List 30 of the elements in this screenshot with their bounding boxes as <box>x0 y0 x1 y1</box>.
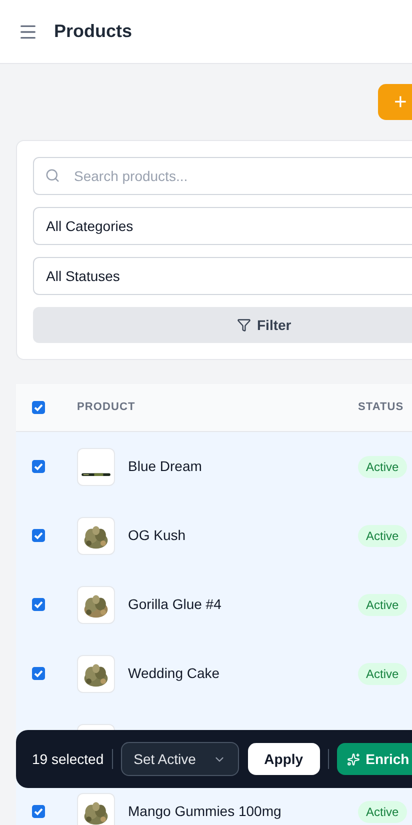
checkbox[interactable] <box>32 460 45 473</box>
action-select[interactable]: Set Active <box>120 742 239 776</box>
product-name: Wedding Cake <box>128 664 220 683</box>
search-icon <box>45 168 60 183</box>
status-badge: Active <box>358 456 407 478</box>
column-header: STATUS <box>358 400 404 416</box>
checkbox[interactable] <box>32 598 45 611</box>
status-badge: Active <box>358 800 407 822</box>
checkbox[interactable] <box>32 805 45 818</box>
status-badge: Active <box>358 524 407 546</box>
sparkle-icon <box>346 752 360 766</box>
product-name: Gorilla Glue #4 <box>128 595 222 614</box>
checkbox[interactable] <box>32 529 45 542</box>
page-title: Products <box>54 20 132 43</box>
enrich-button[interactable]: Enrich <box>336 743 412 775</box>
checkbox[interactable] <box>32 401 45 414</box>
product-name: OG Kush <box>128 526 186 545</box>
product-name: Blue Dream <box>128 457 202 476</box>
column-header: PRODUCT <box>77 400 136 416</box>
status-badge: Active <box>358 662 407 684</box>
product-name: Mango Gummies 100mg <box>128 802 282 821</box>
category-select[interactable]: All Categories <box>33 207 412 245</box>
selected-count: 19 selected <box>32 750 104 768</box>
checkbox[interactable] <box>32 667 45 680</box>
status-select[interactable]: All Statuses <box>33 257 412 295</box>
status-badge: Active <box>358 594 407 616</box>
search-field[interactable]: Search products... <box>33 157 412 195</box>
filter-icon <box>237 318 251 332</box>
filter-button[interactable]: Filter <box>33 307 412 343</box>
apply-button[interactable]: Apply <box>248 743 320 775</box>
